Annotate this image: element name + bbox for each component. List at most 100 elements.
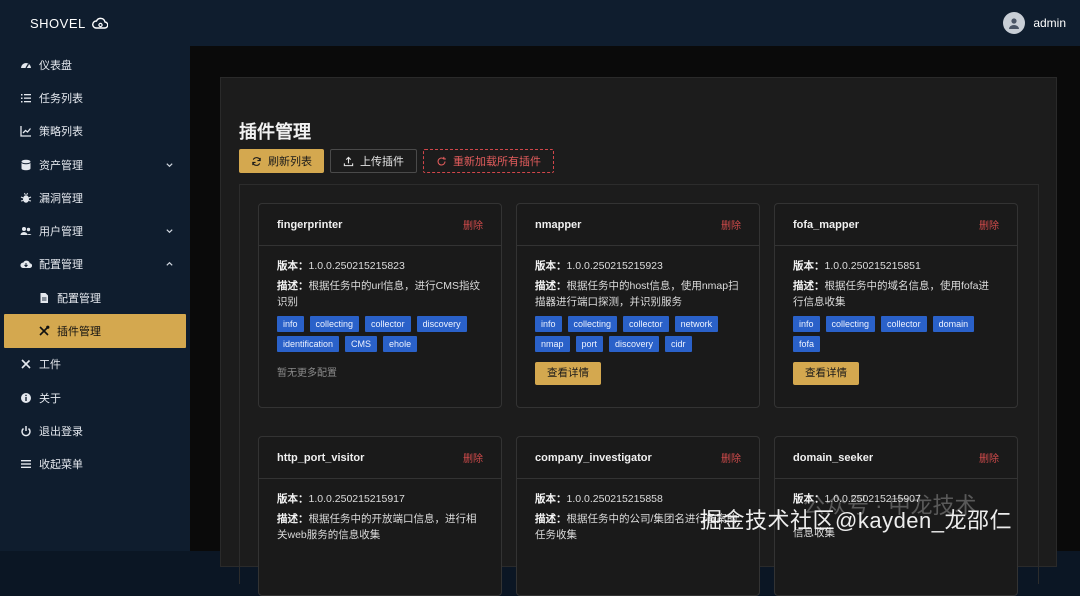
sidebar-item-assets[interactable]: 资产管理 [0, 148, 190, 181]
tag: domain [932, 316, 975, 332]
sidebar-item-about[interactable]: 关于 [0, 381, 190, 414]
database-icon [20, 159, 32, 171]
tools-icon [38, 325, 50, 337]
card-body: 版本：1.0.0.250215215851 描述：根据任务中的域名信息，使用fo… [775, 246, 1017, 385]
users-icon [20, 225, 32, 237]
delete-button[interactable]: 删除 [979, 450, 999, 465]
tag: collector [623, 316, 669, 332]
cloud-icon [20, 258, 32, 270]
sidebar-item-dashboard[interactable]: 仪表盘 [0, 48, 190, 81]
sidebar-subitem-config[interactable]: 配置管理 [0, 281, 190, 314]
refresh-icon [252, 156, 261, 166]
sidebar-item-label: 任务列表 [39, 92, 83, 105]
chevron-up-icon [166, 262, 173, 267]
version-label: 版本： [535, 260, 567, 272]
dashboard-icon [20, 59, 32, 71]
avatar-icon [1003, 12, 1026, 34]
sidebar-item-label: 资产管理 [39, 159, 83, 172]
brand-name: SHOVEL [30, 15, 86, 31]
sidebar-item-label: 配置管理 [57, 292, 101, 305]
version-label: 版本： [793, 260, 825, 272]
plugin-card: nmapper 删除 版本：1.0.0.250215215923 描述：根据任务… [516, 203, 760, 408]
brand[interactable]: SHOVEL [30, 16, 108, 31]
card-body: 版本：1.0.0.250215215917 描述：根据任务中的开放端口信息，进行… [259, 479, 501, 543]
tag: identification [277, 336, 340, 352]
sidebar-item-tasks[interactable]: 任务列表 [0, 81, 190, 114]
delete-button[interactable]: 删除 [721, 217, 741, 232]
tag: collecting [825, 316, 876, 332]
upload-button[interactable]: 上传插件 [330, 149, 417, 173]
delete-button[interactable]: 删除 [463, 450, 483, 465]
refresh-button[interactable]: 刷新列表 [239, 149, 324, 173]
chevron-down-icon [166, 229, 173, 234]
top-bar: SHOVEL admin [0, 0, 1080, 46]
sidebar-item-artifacts[interactable]: 工件 [0, 348, 190, 381]
tag: collecting [567, 316, 618, 332]
sidebar-item-label: 用户管理 [39, 226, 83, 239]
tag-list: info collecting collector network nmap p… [535, 316, 741, 352]
view-detail-button[interactable]: 查看详情 [535, 362, 601, 385]
sidebar-item-collapse[interactable]: 收起菜单 [0, 448, 190, 481]
sidebar-item-label: 收起菜单 [39, 459, 83, 472]
sidebar-item-users[interactable]: 用户管理 [0, 214, 190, 247]
plugin-version: 1.0.0.250215215851 [824, 260, 921, 272]
plugin-version: 1.0.0.250215215858 [566, 493, 663, 505]
tag: fofa [793, 336, 821, 352]
tag: cidr [665, 336, 692, 352]
desc-label: 描述： [277, 280, 309, 292]
info-icon [20, 392, 32, 404]
main-area: 插件管理 刷新列表 上传插件 重新加载所有插件 fingerprinter 删除 [190, 46, 1080, 596]
page-title: 插件管理 [239, 122, 311, 142]
sidebar-item-logout[interactable]: 退出登录 [0, 414, 190, 447]
sidebar-item-label: 插件管理 [57, 326, 101, 339]
reload-all-button[interactable]: 重新加载所有插件 [423, 149, 554, 173]
sidebar-item-label: 退出登录 [39, 425, 83, 438]
view-detail-button[interactable]: 查看详情 [793, 362, 859, 385]
wrench-icon [20, 358, 32, 370]
plugin-name: domain_seeker [793, 451, 874, 464]
plugin-name: fingerprinter [277, 218, 343, 231]
bug-icon [20, 192, 32, 204]
sidebar-item-strategies[interactable]: 策略列表 [0, 115, 190, 148]
upload-icon [343, 156, 354, 166]
reload-all-button-label: 重新加载所有插件 [453, 156, 541, 168]
card-header: fingerprinter 删除 [259, 204, 501, 246]
desc-label: 描述： [277, 513, 309, 525]
desc-label: 描述： [535, 280, 567, 292]
tag: info [793, 316, 820, 332]
sidebar-item-label: 仪表盘 [39, 59, 72, 72]
card-header: http_port_visitor 删除 [259, 437, 501, 479]
version-label: 版本： [535, 493, 567, 505]
no-more-config: 暂无更多配置 [277, 368, 337, 379]
user-menu[interactable]: admin [1003, 12, 1066, 34]
sidebar-item-label: 关于 [39, 392, 61, 405]
list-icon [20, 92, 32, 104]
refresh-button-label: 刷新列表 [268, 156, 312, 168]
version-label: 版本： [277, 493, 309, 505]
chevron-down-icon [166, 162, 173, 167]
plugin-card: fofa_mapper 删除 版本：1.0.0.250215215851 描述：… [774, 203, 1018, 408]
plugin-name: company_investigator [535, 451, 652, 464]
plugin-desc: 根据任务中的host信息，使用nmap扫描器进行端口探测，并识别服务 [535, 280, 739, 308]
plugin-name: nmapper [535, 218, 582, 231]
card-header: domain_seeker 删除 [775, 437, 1017, 479]
delete-button[interactable]: 删除 [721, 450, 741, 465]
tag: discovery [609, 336, 660, 352]
delete-button[interactable]: 删除 [979, 217, 999, 232]
sidebar: 仪表盘 任务列表 策略列表 资产管理 漏洞管理 用户管理 配置管理 配置管理 插… [0, 46, 190, 551]
upload-button-label: 上传插件 [360, 156, 404, 168]
plugin-version: 1.0.0.250215215823 [308, 260, 405, 272]
tag: nmap [535, 336, 570, 352]
sidebar-subitem-plugins[interactable]: 插件管理 [4, 314, 186, 348]
sidebar-item-label: 策略列表 [39, 126, 83, 139]
delete-button[interactable]: 删除 [463, 217, 483, 232]
reload-icon [437, 156, 446, 165]
sidebar-item-config[interactable]: 配置管理 [0, 248, 190, 281]
tag-list: info collecting collector domain fofa [793, 316, 999, 352]
card-header: fofa_mapper 删除 [775, 204, 1017, 246]
chart-icon [20, 125, 32, 137]
card-body: 版本：1.0.0.250215215923 描述：根据任务中的host信息，使用… [517, 246, 759, 385]
plugin-name: http_port_visitor [277, 451, 365, 464]
sidebar-item-vulns[interactable]: 漏洞管理 [0, 181, 190, 214]
toolbar: 刷新列表 上传插件 重新加载所有插件 [239, 149, 554, 173]
